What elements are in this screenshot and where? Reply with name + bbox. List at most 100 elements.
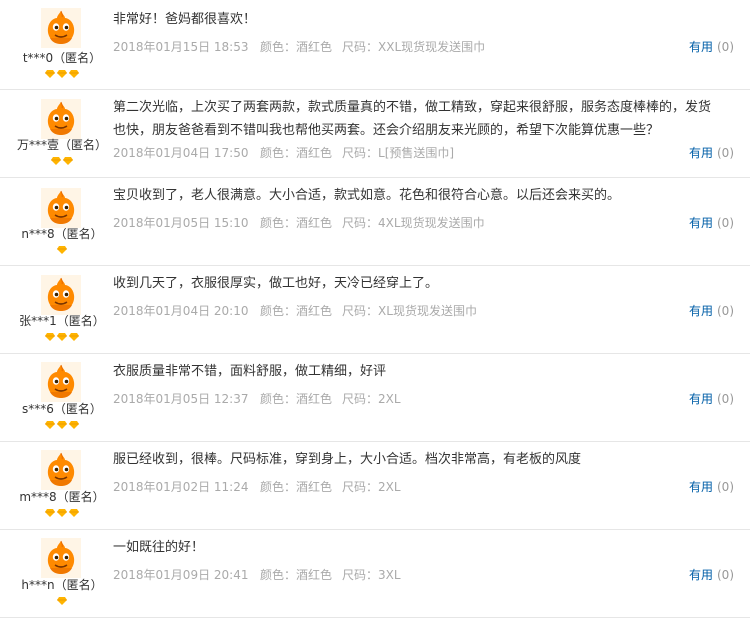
- useful-vote: 有用 (0): [689, 144, 734, 161]
- mascot-avatar-icon: [41, 99, 81, 139]
- review-meta: 2018年01月04日 20:10 颜色：酒红色 尺码：XL现货现发送围巾: [113, 302, 477, 319]
- useful-vote: 有用 (0): [689, 302, 734, 319]
- review-meta: 2018年01月04日 17:50 颜色：酒红色 尺码：L[预售送围巾]: [113, 144, 454, 161]
- review-item: t***0（匿名） 非常好！爸妈都很喜欢！ 2018年01月15日 18:53 颜…: [0, 0, 750, 90]
- color-label: 颜色：: [260, 568, 297, 582]
- member-level-diamond-icon: [69, 419, 79, 429]
- review-date: 2018年01月04日 17:50: [113, 146, 249, 160]
- review-text: 一如既往的好！: [113, 540, 205, 555]
- avatar[interactable]: [41, 8, 81, 48]
- review-text: 非常好！爸妈都很喜欢！: [113, 12, 257, 27]
- useful-vote: 有用 (0): [689, 390, 734, 407]
- size-label: 尺码：: [342, 304, 379, 318]
- avatar[interactable]: [41, 362, 81, 402]
- color-label: 颜色：: [260, 304, 297, 318]
- size-label: 尺码：: [342, 568, 379, 582]
- review-text: 收到几天了，衣服很厚实，做工也好，天冷已经穿上了。: [113, 276, 439, 291]
- review-date: 2018年01月05日 15:10: [113, 216, 249, 230]
- useful-button[interactable]: 有用: [689, 146, 713, 160]
- member-level-diamond-icon: [69, 331, 79, 341]
- review-item: 万***壹（匿名） 第二次光临，上次买了两套两款，款式质量真的不错，做工精致，穿…: [0, 90, 750, 178]
- review-meta: 2018年01月09日 20:41 颜色：酒红色 尺码：3XL: [113, 566, 401, 583]
- useful-count: (0): [717, 392, 734, 406]
- review-meta: 2018年01月05日 15:10 颜色：酒红色 尺码：4XL现货现发送围巾: [113, 214, 485, 231]
- review-item: n***8（匿名） 宝贝收到了，老人很满意。大小合适，款式如意。花色和很符合心意…: [0, 178, 750, 266]
- useful-vote: 有用 (0): [689, 38, 734, 55]
- review-meta: 2018年01月15日 18:53 颜色：酒红色 尺码：XXL现货现发送围巾: [113, 38, 485, 55]
- color-value: 酒红色: [296, 304, 333, 318]
- size-value: L[预售送围巾]: [378, 146, 455, 160]
- mascot-avatar-icon: [41, 450, 81, 490]
- size-value: 4XL现货现发送围巾: [378, 216, 485, 230]
- useful-count: (0): [717, 216, 734, 230]
- member-level-diamond-icon: [69, 68, 79, 78]
- size-value: 2XL: [378, 392, 401, 406]
- useful-button[interactable]: 有用: [689, 216, 713, 230]
- member-level-badges: [0, 419, 124, 429]
- size-value: 3XL: [378, 568, 401, 582]
- member-level-diamond-icon: [45, 331, 55, 341]
- color-label: 颜色：: [260, 480, 297, 494]
- member-level-diamond-icon: [57, 331, 67, 341]
- color-label: 颜色：: [260, 146, 297, 160]
- reviewer-name: m***8（匿名）: [19, 490, 105, 504]
- avatar[interactable]: [41, 99, 81, 139]
- reviewer-name: n***8（匿名）: [21, 227, 103, 241]
- member-level-diamond-icon: [45, 507, 55, 517]
- useful-button[interactable]: 有用: [689, 392, 713, 406]
- review-date: 2018年01月09日 20:41: [113, 568, 249, 582]
- useful-count: (0): [717, 568, 734, 582]
- review-date: 2018年01月15日 18:53: [113, 40, 249, 54]
- mascot-avatar-icon: [41, 538, 81, 578]
- mascot-avatar-icon: [41, 362, 81, 402]
- size-value: 2XL: [378, 480, 401, 494]
- member-level-diamond-icon: [57, 507, 67, 517]
- member-level-badges: [0, 595, 124, 605]
- mascot-avatar-icon: [41, 275, 81, 315]
- review-text: 衣服质量非常不错，面料舒服，做工精细，好评: [113, 364, 387, 379]
- member-level-badges: [0, 331, 124, 341]
- useful-count: (0): [717, 40, 734, 54]
- useful-vote: 有用 (0): [689, 214, 734, 231]
- useful-button[interactable]: 有用: [689, 480, 713, 494]
- member-level-badges: [0, 155, 124, 165]
- review-date: 2018年01月04日 20:10: [113, 304, 249, 318]
- size-value: XXL现货现发送围巾: [378, 40, 486, 54]
- reviewer-name: 万***壹（匿名）: [16, 138, 107, 152]
- avatar[interactable]: [41, 450, 81, 490]
- size-label: 尺码：: [342, 392, 379, 406]
- review-text: 服已经收到，很棒。尺码标准，穿到身上，大小合适。档次非常高，有老板的风度: [113, 452, 582, 467]
- avatar[interactable]: [41, 188, 81, 228]
- review-item: 张***1（匿名） 收到几天了，衣服很厚实，做工也好，天冷已经穿上了。 2018…: [0, 266, 750, 354]
- member-level-badges: [0, 68, 124, 78]
- size-label: 尺码：: [342, 216, 379, 230]
- color-value: 酒红色: [296, 568, 333, 582]
- useful-vote: 有用 (0): [689, 478, 734, 495]
- review-date: 2018年01月05日 12:37: [113, 392, 249, 406]
- member-level-diamond-icon: [45, 68, 55, 78]
- useful-button[interactable]: 有用: [689, 304, 713, 318]
- useful-count: (0): [717, 480, 734, 494]
- color-label: 颜色：: [260, 40, 297, 54]
- member-level-badges: [0, 244, 124, 254]
- reviewer-name: t***0（匿名）: [22, 51, 102, 65]
- member-level-diamond-icon: [51, 155, 61, 165]
- color-label: 颜色：: [260, 392, 297, 406]
- useful-vote: 有用 (0): [689, 566, 734, 583]
- color-value: 酒红色: [296, 392, 333, 406]
- color-value: 酒红色: [296, 146, 333, 160]
- member-level-badges: [0, 507, 124, 517]
- review-meta: 2018年01月05日 12:37 颜色：酒红色 尺码：2XL: [113, 390, 401, 407]
- useful-button[interactable]: 有用: [689, 40, 713, 54]
- avatar[interactable]: [41, 538, 81, 578]
- review-item: m***8（匿名） 服已经收到，很棒。尺码标准，穿到身上，大小合适。档次非常高，…: [0, 442, 750, 530]
- color-value: 酒红色: [296, 40, 333, 54]
- useful-button[interactable]: 有用: [689, 568, 713, 582]
- mascot-avatar-icon: [41, 8, 81, 48]
- color-label: 颜色：: [260, 216, 297, 230]
- avatar[interactable]: [41, 275, 81, 315]
- mascot-avatar-icon: [41, 188, 81, 228]
- useful-count: (0): [717, 304, 734, 318]
- review-text: 宝贝收到了，老人很满意。大小合适，款式如意。花色和很符合心意。以后还会来买的。: [113, 188, 621, 203]
- member-level-diamond-icon: [63, 155, 73, 165]
